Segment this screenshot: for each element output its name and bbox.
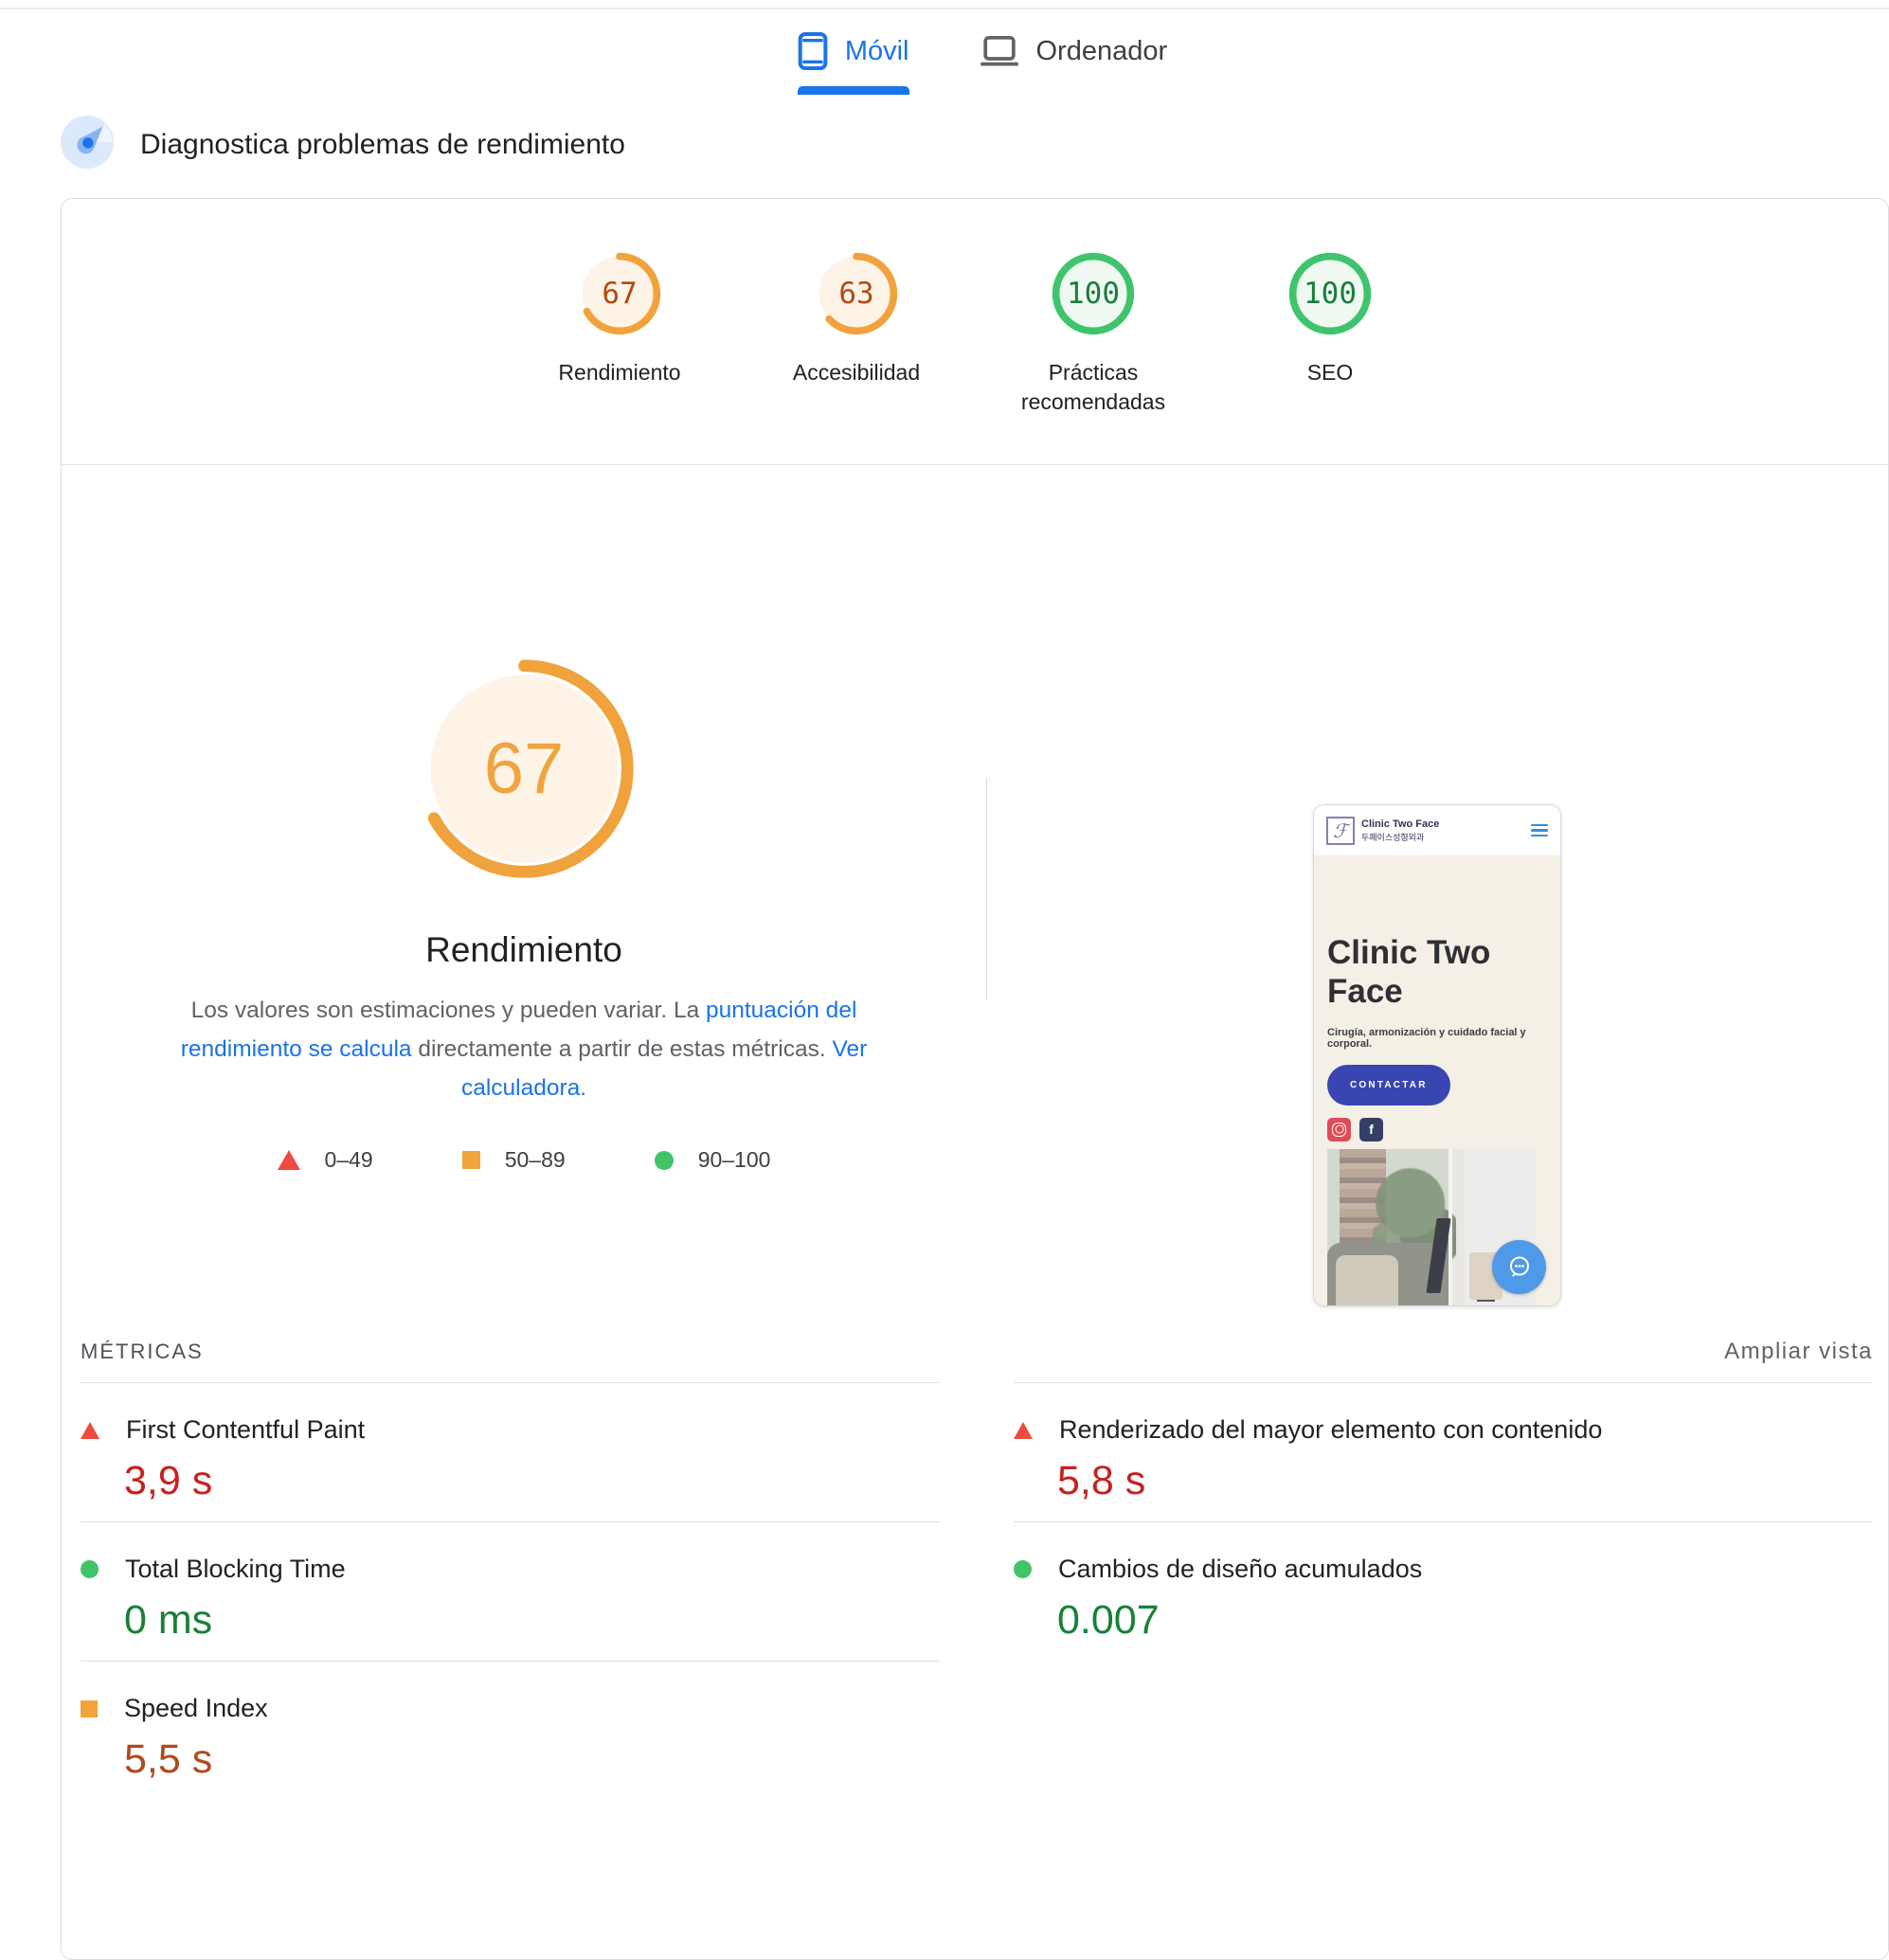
metric-cumulative-layout-shift: Cambios de diseño acumulados 0.007 (1014, 1521, 1873, 1661)
good-circle-icon (81, 1560, 99, 1578)
metric-largest-contentful-paint: Renderizado del mayor elemento con conte… (1014, 1382, 1873, 1521)
score-accesibilidad[interactable]: 63 Accesibilidad (738, 248, 975, 417)
desktop-icon (980, 35, 1019, 67)
hero-subtitle: Cirugía, armonización y cuidado facial y… (1327, 1027, 1547, 1050)
score-gauge: 63 (811, 248, 902, 339)
site-name-korean: 두페이스성형외과 (1361, 831, 1439, 843)
performance-title: Rendimiento (425, 930, 622, 970)
disclaimer-text: directamente a partir de estas métricas. (412, 1036, 833, 1062)
legend-average: 50–89 (462, 1147, 566, 1173)
average-square-icon (81, 1700, 98, 1717)
tab-mobile[interactable]: Móvil (798, 32, 909, 95)
screenshot-column: ℱ Clinic Two Face 두페이스성형외과 Clinic Two Fa… (986, 653, 1888, 1306)
average-square-icon (462, 1151, 480, 1169)
poor-triangle-icon (81, 1422, 99, 1439)
performance-score-value: 67 (408, 653, 640, 885)
report-card: 67 Rendimiento 63 Accesibilidad 100 (61, 198, 1889, 1960)
social-icons: f (1327, 1118, 1547, 1142)
intro-row: Diagnostica problemas de rendimiento (61, 116, 1889, 173)
metric-label: Total Blocking Time (125, 1555, 346, 1584)
score-label: Accesibilidad (793, 358, 920, 387)
legend-good: 90–100 (655, 1147, 771, 1173)
mobile-icon (798, 32, 828, 70)
score-seo[interactable]: 100 SEO (1212, 248, 1448, 417)
legend-range: 90–100 (698, 1147, 771, 1173)
metric-label: Cambios de diseño acumulados (1058, 1555, 1422, 1584)
performance-disclaimer: Los valores son estimaciones y pueden va… (150, 991, 898, 1107)
chat-bubble-icon (1492, 1240, 1546, 1294)
score-label: Rendimiento (558, 358, 680, 387)
device-tabs: Móvil Ordenador (38, 0, 1889, 95)
tab-mobile-label: Móvil (845, 36, 909, 67)
score-value: 100 (1285, 248, 1376, 339)
poor-triangle-icon (1014, 1422, 1033, 1439)
metric-label: Renderizado del mayor elemento con conte… (1059, 1415, 1602, 1445)
poor-triangle-icon (278, 1150, 300, 1170)
metric-value: 0.007 (1057, 1597, 1873, 1644)
metric-value: 5,5 s (124, 1736, 940, 1783)
hero-title: Clinic Two Face (1327, 934, 1517, 1012)
metrics-grid: First Contentful Paint 3,9 s Renderizado… (62, 1382, 1888, 1800)
legend-range: 0–49 (325, 1147, 373, 1173)
metric-label: Speed Index (124, 1694, 268, 1723)
tab-desktop[interactable]: Ordenador (980, 32, 1168, 95)
disclaimer-text: Los valores son estimaciones y pueden va… (191, 998, 706, 1023)
score-value: 67 (574, 248, 665, 339)
metric-empty-cell (1014, 1661, 1873, 1800)
metric-total-blocking-time: Total Blocking Time 0 ms (81, 1521, 940, 1661)
performance-big-gauge: 67 (408, 653, 640, 885)
hamburger-menu-icon (1531, 824, 1548, 837)
metric-first-contentful-paint: First Contentful Paint 3,9 s (81, 1382, 940, 1521)
page-title: Diagnostica problemas de rendimiento (140, 129, 625, 161)
vertical-divider (986, 778, 987, 1000)
facebook-icon: f (1359, 1118, 1383, 1142)
good-circle-icon (655, 1151, 674, 1170)
metrics-header: MÉTRICAS Ampliar vista (62, 1339, 1888, 1382)
score-label: Prácticas recomendadas (1003, 358, 1183, 417)
clinic-logo: ℱ (1326, 817, 1355, 845)
legend-poor: 0–49 (278, 1147, 373, 1173)
score-value: 63 (811, 248, 902, 339)
score-gauge: 100 (1048, 248, 1139, 339)
score-label: SEO (1307, 358, 1354, 387)
metrics-heading: MÉTRICAS (81, 1340, 204, 1364)
score-practicas[interactable]: 100 Prácticas recomendadas (975, 248, 1212, 417)
score-gauge: 67 (574, 248, 665, 339)
good-circle-icon (1014, 1560, 1032, 1578)
category-scores: 67 Rendimiento 63 Accesibilidad 100 (62, 199, 1888, 417)
performance-section: 67 Rendimiento Los valores son estimacio… (62, 465, 1888, 1306)
performance-gauge-column: 67 Rendimiento Los valores son estimacio… (62, 653, 986, 1306)
expand-view-button[interactable]: Ampliar vista (1724, 1339, 1873, 1365)
photo-blanket (1336, 1255, 1398, 1305)
metric-label: First Contentful Paint (126, 1415, 365, 1445)
clinic-logo-text: Clinic Two Face 두페이스성형외과 (1361, 818, 1439, 843)
score-legend: 0–49 50–89 90–100 (278, 1147, 771, 1173)
metric-value: 3,9 s (124, 1458, 940, 1504)
instagram-icon (1327, 1118, 1351, 1142)
metric-speed-index: Speed Index 5,5 s (81, 1661, 940, 1800)
metric-value: 5,8 s (1057, 1458, 1873, 1504)
page-screenshot-thumbnail: ℱ Clinic Two Face 두페이스성형외과 Clinic Two Fa… (1313, 804, 1561, 1306)
score-rendimiento[interactable]: 67 Rendimiento (501, 248, 738, 417)
score-gauge: 100 (1285, 248, 1376, 339)
metric-value: 0 ms (124, 1597, 940, 1644)
pagespeed-insights-icon (61, 116, 114, 173)
score-value: 100 (1048, 248, 1139, 339)
contact-button: CONTACTAR (1327, 1065, 1450, 1106)
legend-range: 50–89 (505, 1147, 566, 1173)
thumbnail-site-header: ℱ Clinic Two Face 두페이스성형외과 (1314, 805, 1560, 856)
site-name: Clinic Two Face (1361, 818, 1439, 830)
thumbnail-site-body: Clinic Two Face Cirugía, armonización y … (1314, 856, 1560, 1305)
tab-desktop-label: Ordenador (1036, 36, 1168, 67)
